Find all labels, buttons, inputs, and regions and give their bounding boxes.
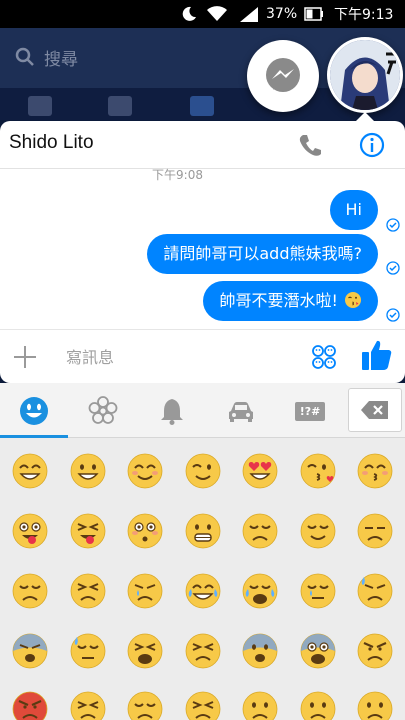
pensive-emoji[interactable] [241, 512, 279, 550]
sent-check-icon [386, 261, 400, 275]
signal-icon [238, 4, 260, 24]
emoji-category-tabs: !?# [0, 383, 405, 438]
smiley-icon [20, 397, 48, 425]
smiley-emoji[interactable] [69, 452, 107, 490]
chat-window: Shido Lito 下午9:08 Hi 請問帥哥可以add熊妹我嗎? 帥哥不要… [0, 121, 405, 383]
moon-icon [180, 4, 198, 24]
status-bar: 37% 下午9:13 [0, 0, 405, 28]
flushed-emoji[interactable] [126, 512, 164, 550]
disappointed-relieved-emoji[interactable] [356, 572, 394, 610]
fearful-emoji[interactable] [241, 632, 279, 670]
contact-chat-head[interactable] [327, 37, 403, 113]
flower-icon [88, 396, 118, 424]
persevere-emoji[interactable] [69, 572, 107, 610]
unamused-emoji[interactable] [356, 512, 394, 550]
battery-icon [304, 4, 324, 24]
call-button[interactable] [296, 132, 324, 158]
messenger-icon [266, 58, 300, 92]
message-composer [0, 329, 405, 383]
emoji-grid-icon [312, 345, 336, 369]
tired-emoji[interactable] [184, 632, 222, 670]
avatar [330, 40, 400, 110]
wink-emoji[interactable] [184, 452, 222, 490]
info-icon [359, 132, 385, 158]
frowning-emoji[interactable] [241, 690, 279, 720]
message-timestamp: 下午9:08 [152, 168, 203, 182]
selected-tab-indicator [0, 435, 68, 438]
messenger-chat-head[interactable] [247, 40, 319, 112]
clock-time: 下午9:13 [334, 7, 394, 23]
message-bubble[interactable]: 請問帥哥可以add熊妹我嗎? [147, 234, 378, 274]
search-placeholder: 搜尋 [44, 49, 78, 70]
message-text: 請問帥哥可以add熊妹我嗎? [163, 244, 362, 263]
angry-emoji[interactable] [356, 632, 394, 670]
tab-places[interactable] [213, 391, 269, 431]
sweat-emoji[interactable] [69, 632, 107, 670]
symbols-label: !?# [294, 401, 326, 421]
persevere-emoji[interactable] [184, 690, 222, 720]
joy-emoji[interactable] [184, 572, 222, 610]
car-icon [229, 402, 253, 422]
blush-emoji[interactable] [126, 452, 164, 490]
phone-icon [299, 135, 321, 156]
stuck-out-tongue-closed-eyes-emoji[interactable] [69, 512, 107, 550]
add-button[interactable] [12, 344, 38, 370]
grimacing-emoji[interactable] [184, 512, 222, 550]
message-input[interactable] [66, 345, 286, 369]
bell-icon [161, 399, 183, 425]
pensive-emoji[interactable] [126, 690, 164, 720]
kissing-heart-emoji[interactable] [299, 452, 337, 490]
chat-header: Shido Lito [0, 121, 405, 169]
background-search: 搜尋 [14, 40, 234, 74]
contact-name[interactable]: Shido Lito [9, 132, 94, 154]
heart-eyes-emoji[interactable] [241, 452, 279, 490]
messages-icon [190, 96, 214, 116]
wifi-icon [206, 4, 228, 24]
tab-nature[interactable] [75, 391, 131, 431]
message-bubble[interactable]: Hi [329, 190, 378, 230]
rage-emoji[interactable] [11, 690, 49, 720]
friends-icon [108, 96, 132, 116]
search-icon [15, 47, 34, 66]
sent-check-icon [386, 218, 400, 232]
backspace-icon [361, 401, 388, 419]
message-text: 帥哥不要潛水啦! [219, 291, 338, 310]
info-button[interactable] [358, 131, 386, 159]
message-text: Hi [345, 200, 362, 219]
news-feed-icon [28, 96, 52, 116]
stuck-out-tongue-winking-eye-emoji[interactable] [11, 512, 49, 550]
delete-key[interactable] [348, 388, 402, 432]
plus-icon [14, 346, 36, 368]
sent-check-icon [386, 308, 400, 322]
tab-symbols[interactable]: !?# [282, 391, 338, 431]
weary-emoji[interactable] [126, 632, 164, 670]
thumbs-up-icon [362, 340, 392, 370]
grinning-emoji[interactable] [11, 452, 49, 490]
kissing-closed-eyes-emoji[interactable] [356, 452, 394, 490]
emoji-keyboard-button[interactable] [311, 344, 337, 370]
scream-emoji[interactable] [299, 632, 337, 670]
confounded-emoji[interactable] [69, 690, 107, 720]
sob-emoji[interactable] [241, 572, 279, 610]
kissing-wink-emoji [345, 292, 361, 308]
like-button[interactable] [361, 338, 393, 372]
tab-smileys[interactable] [6, 391, 62, 431]
battery-percent: 37% [266, 6, 298, 22]
cold-sweat-emoji[interactable] [11, 632, 49, 670]
frowning-emoji[interactable] [299, 690, 337, 720]
frowning-emoji[interactable] [356, 690, 394, 720]
tab-objects[interactable] [144, 391, 200, 431]
relieved-emoji[interactable] [299, 512, 337, 550]
cry-emoji[interactable] [126, 572, 164, 610]
sleepy-emoji[interactable] [299, 572, 337, 610]
emoji-keyboard: !?# [0, 383, 405, 720]
disappointed-emoji[interactable] [11, 572, 49, 610]
message-bubble[interactable]: 帥哥不要潛水啦! [203, 281, 378, 321]
